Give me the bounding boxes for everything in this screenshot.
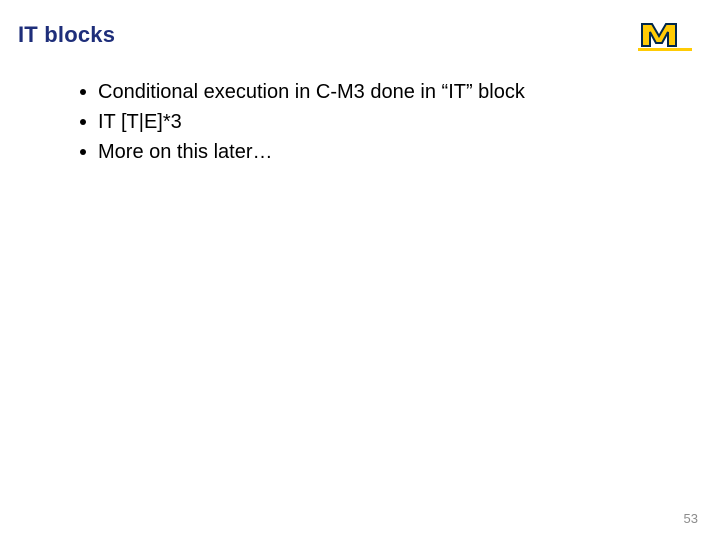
- university-logo-icon: [638, 18, 692, 52]
- bullet-item: Conditional execution in C-M3 done in “I…: [70, 78, 650, 106]
- page-number: 53: [684, 511, 698, 526]
- bullet-list: Conditional execution in C-M3 done in “I…: [70, 78, 650, 168]
- bullet-item: More on this later…: [70, 138, 650, 166]
- slide-title: IT blocks: [18, 22, 115, 48]
- slide: IT blocks Conditional execution in C-M3 …: [0, 0, 720, 540]
- bullet-item: IT [T|E]*3: [70, 108, 650, 136]
